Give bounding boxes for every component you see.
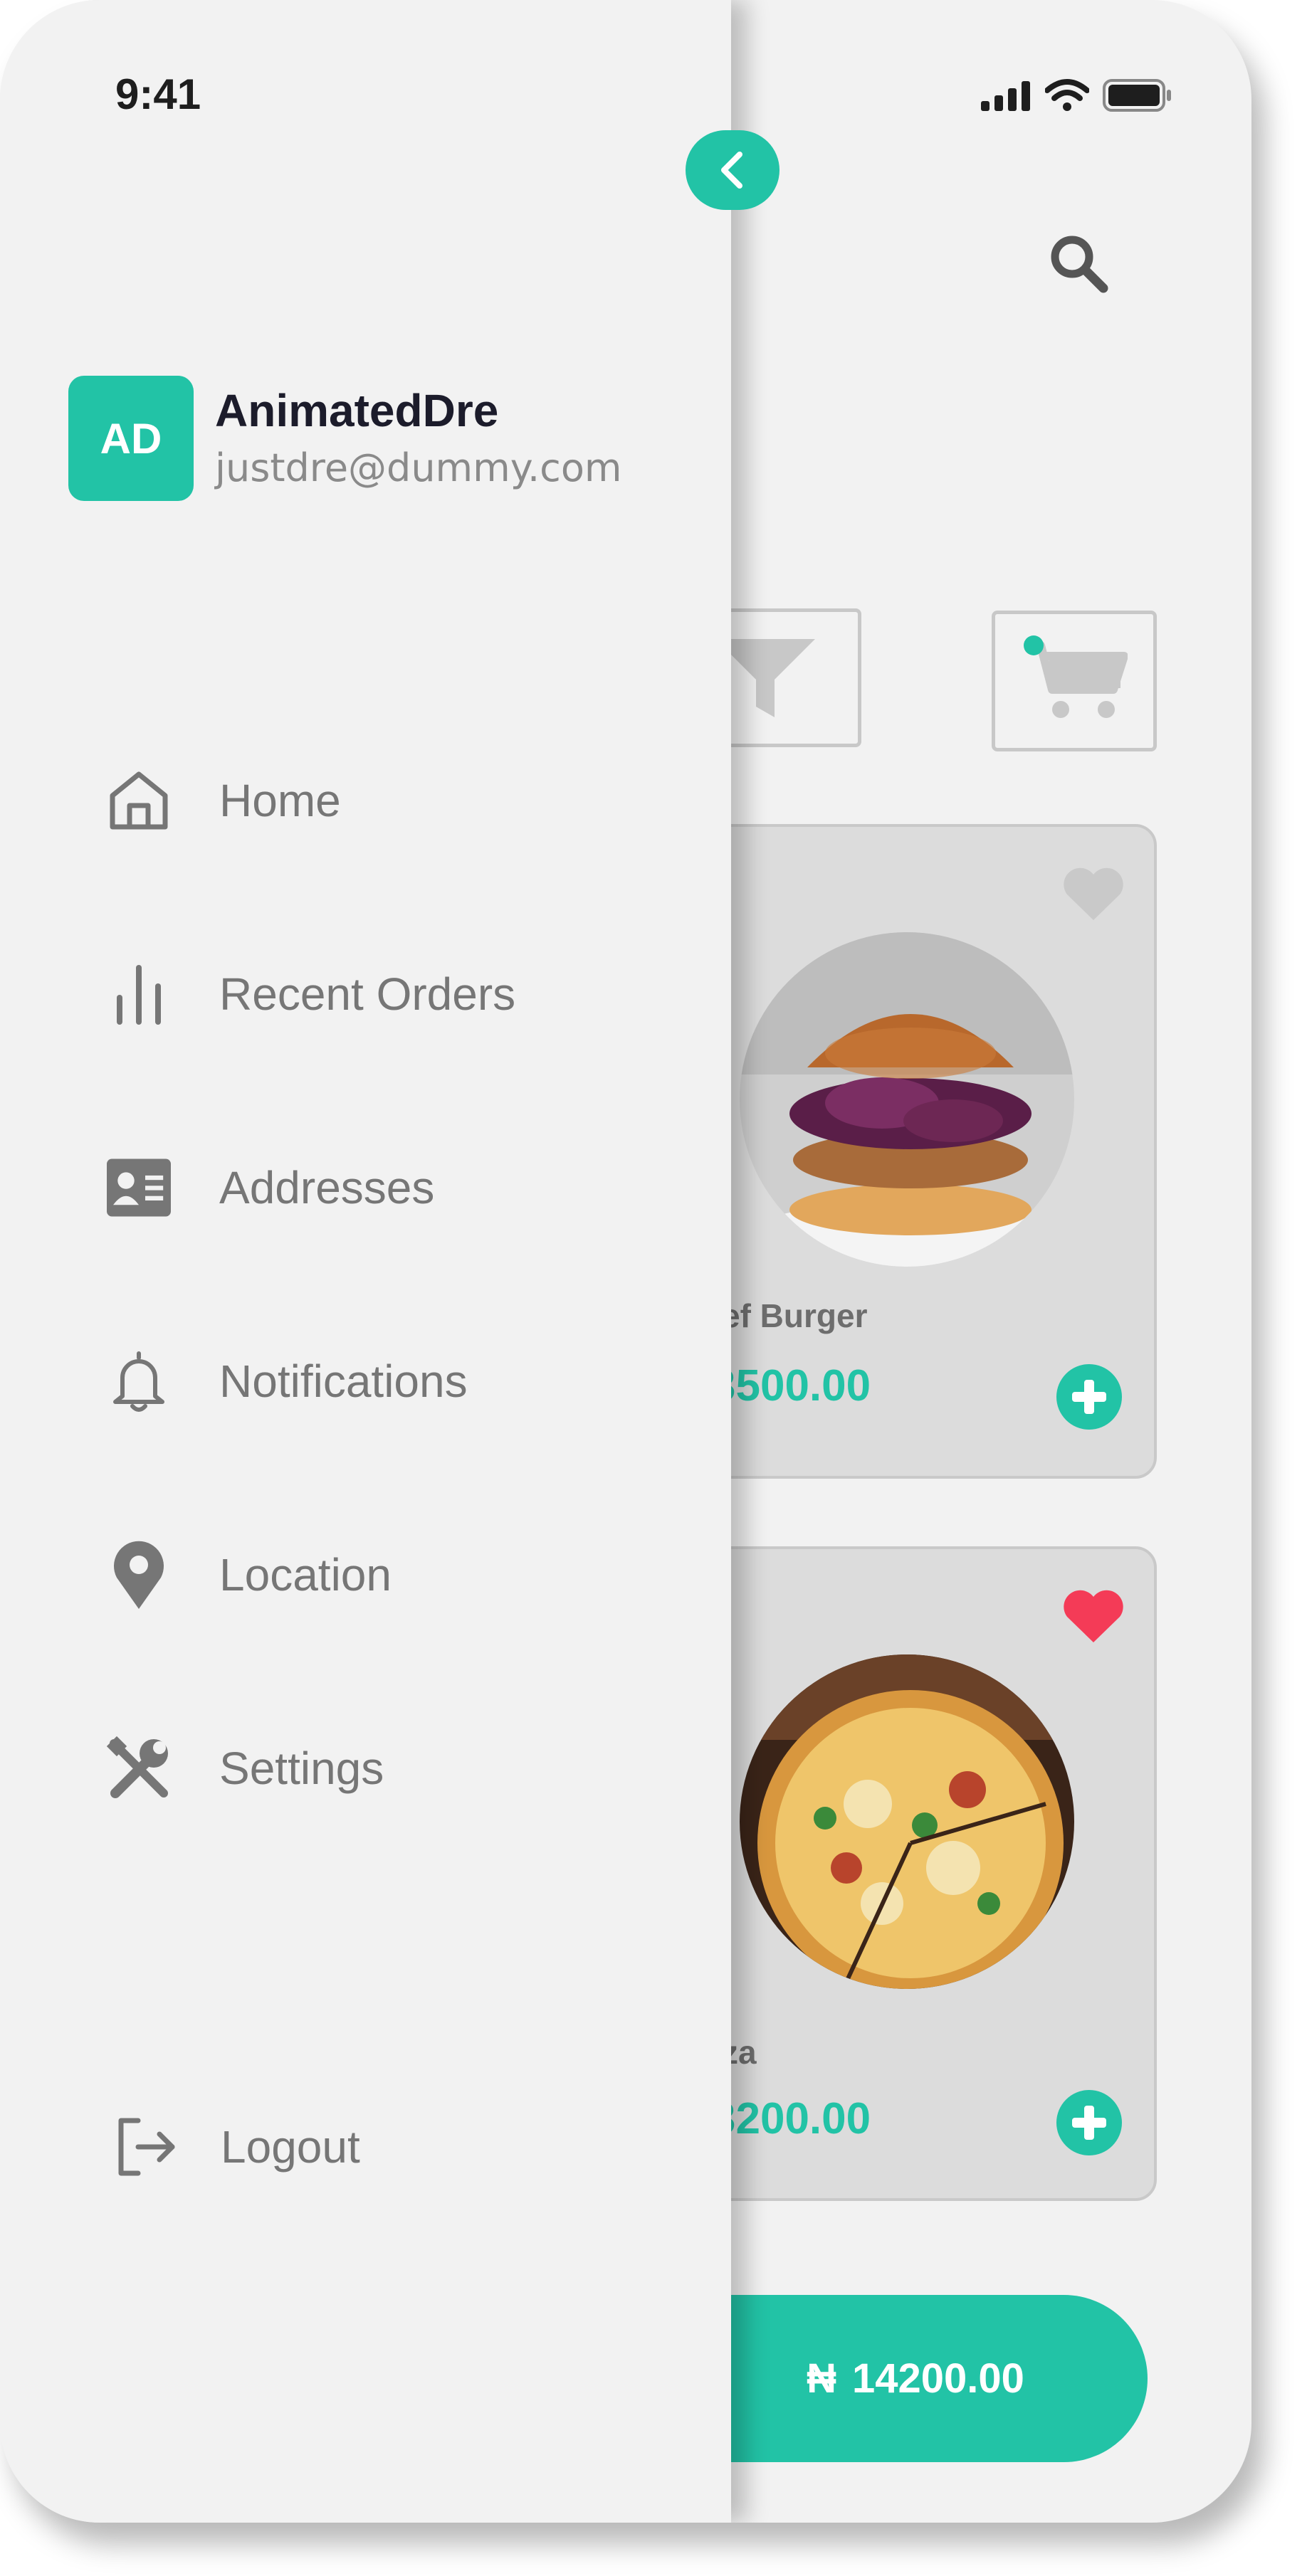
search-icon bbox=[1051, 236, 1108, 293]
logout-icon bbox=[114, 2115, 178, 2179]
product-price: 3500.00 bbox=[711, 1361, 871, 1410]
menu-item-label: Location bbox=[219, 1549, 392, 1600]
search-button[interactable] bbox=[1046, 231, 1111, 295]
cart-badge bbox=[1024, 635, 1044, 655]
bar-chart-icon bbox=[107, 962, 171, 1026]
menu-item-notifications[interactable]: Notifications bbox=[107, 1349, 468, 1413]
chevron-left-icon bbox=[721, 152, 742, 189]
favorite-button[interactable] bbox=[1061, 866, 1125, 923]
product-name: ef Burger bbox=[722, 1297, 868, 1334]
signal-icon bbox=[981, 81, 1030, 111]
phone-screen: ef Burger 3500.00 za 3200.00 ₦ 14200.00 … bbox=[0, 0, 1251, 2523]
close-drawer-button[interactable] bbox=[686, 130, 780, 210]
menu-item-location[interactable]: Location bbox=[107, 1541, 392, 1609]
menu-item-label: Settings bbox=[219, 1743, 384, 1794]
status-icons bbox=[981, 78, 1173, 112]
favorite-button[interactable] bbox=[1061, 1588, 1125, 1645]
logout-button[interactable]: Logout bbox=[114, 2115, 360, 2179]
add-to-cart-button[interactable] bbox=[1056, 1364, 1122, 1430]
cart-button[interactable] bbox=[992, 611, 1157, 751]
menu-item-label: Recent Orders bbox=[219, 968, 516, 1020]
menu-item-home[interactable]: Home bbox=[107, 769, 341, 833]
plus-circle-icon bbox=[1056, 1364, 1122, 1430]
avatar: AD bbox=[68, 376, 194, 501]
menu-item-recent-orders[interactable]: Recent Orders bbox=[107, 962, 515, 1026]
pizza-image bbox=[740, 1654, 1074, 1989]
user-name: AnimatedDre bbox=[215, 385, 499, 436]
checkout-total: 14200.00 bbox=[851, 2355, 1024, 2402]
burger-image bbox=[740, 932, 1074, 1267]
wifi-icon bbox=[1045, 79, 1089, 111]
checkout-currency: ₦ bbox=[807, 2355, 836, 2402]
add-to-cart-button[interactable] bbox=[1056, 2090, 1122, 2155]
menu-item-addresses[interactable]: Addresses bbox=[107, 1156, 434, 1220]
tools-icon bbox=[107, 1736, 171, 1800]
product-card[interactable]: ef Burger 3500.00 bbox=[662, 824, 1157, 1479]
status-time: 9:41 bbox=[115, 70, 201, 118]
product-card[interactable]: za 3200.00 bbox=[662, 1546, 1157, 2201]
menu-item-label: Addresses bbox=[219, 1162, 435, 1213]
navigation-drawer: 9:41 AD AnimatedDre justdre@dummy.com Ho… bbox=[0, 0, 731, 2523]
bell-icon bbox=[107, 1349, 171, 1413]
menu-item-label: Home bbox=[219, 775, 341, 826]
battery-icon bbox=[1103, 79, 1171, 112]
menu-item-label: Notifications bbox=[219, 1356, 468, 1407]
heart-filled-icon bbox=[1064, 1590, 1123, 1642]
home-icon bbox=[107, 769, 171, 833]
menu-item-settings[interactable]: Settings bbox=[107, 1736, 384, 1800]
heart-icon bbox=[1064, 867, 1123, 920]
product-price: 3200.00 bbox=[711, 2094, 871, 2143]
contact-card-icon bbox=[107, 1156, 171, 1220]
user-email: justdre@dummy.com bbox=[215, 445, 622, 490]
logout-label: Logout bbox=[221, 2121, 360, 2173]
map-pin-icon bbox=[107, 1541, 171, 1609]
plus-circle-icon bbox=[1056, 2090, 1122, 2155]
